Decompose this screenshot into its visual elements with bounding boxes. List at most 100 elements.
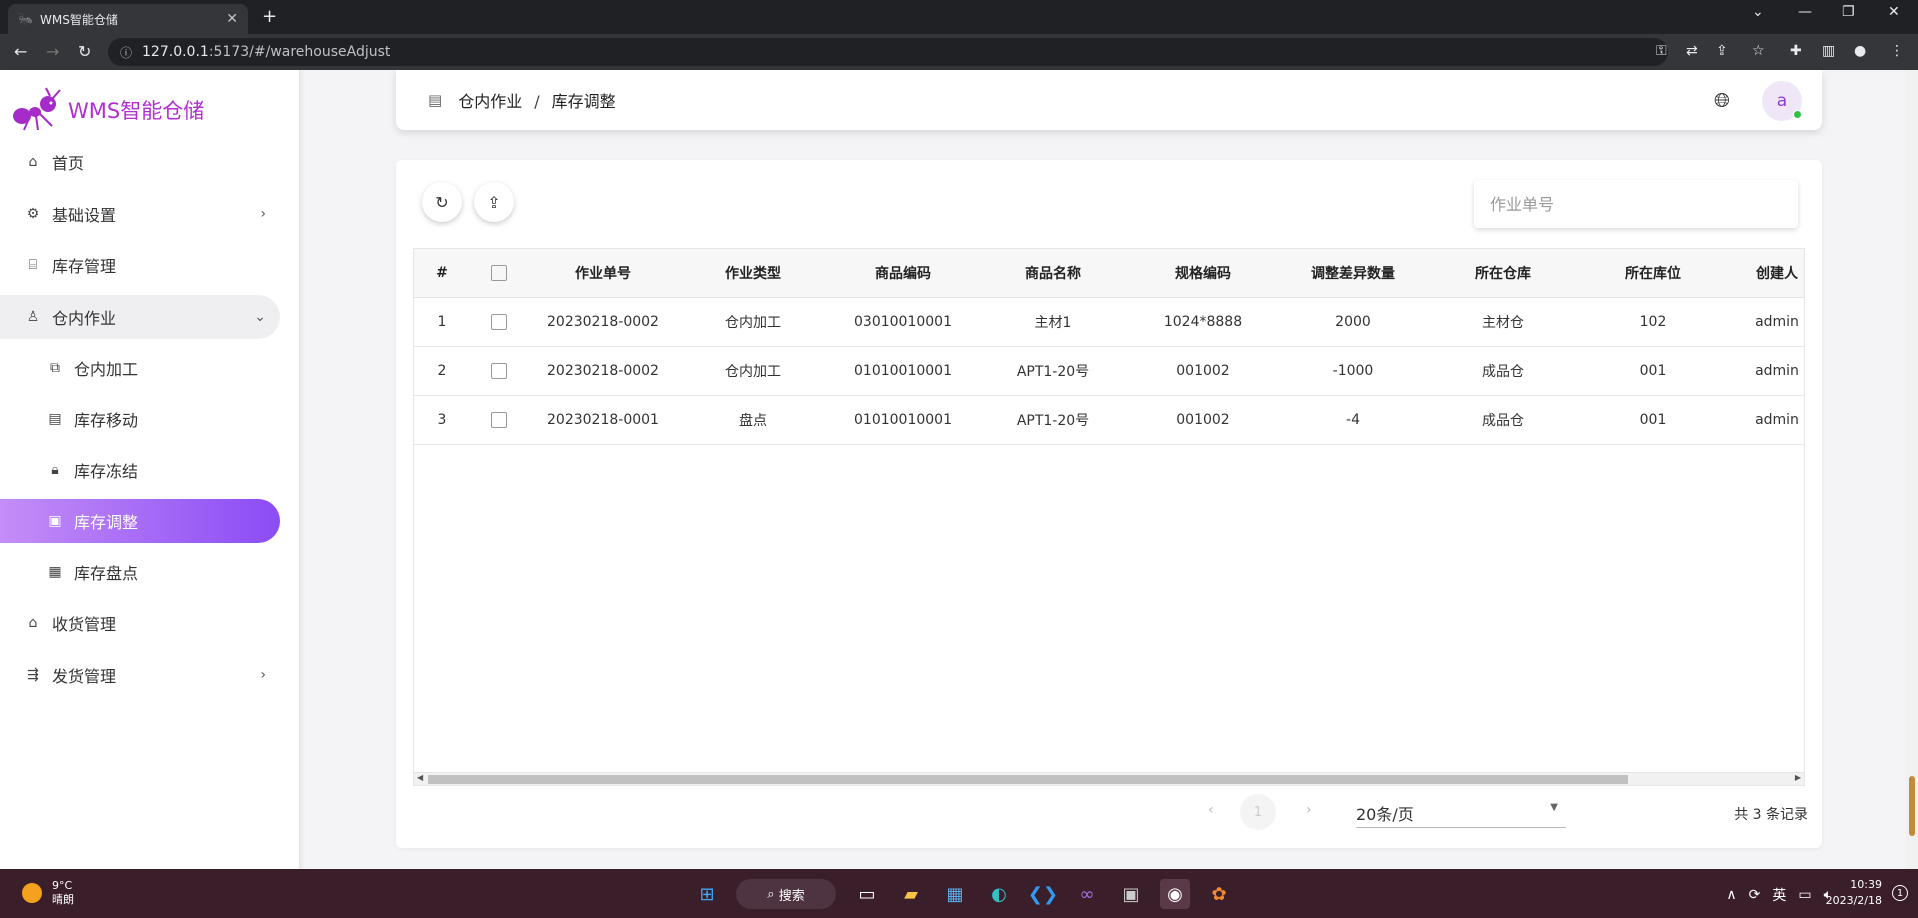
refresh-button[interactable]: ↻ — [422, 182, 462, 222]
sidebar-item-inventory[interactable]: ⌸ 库存管理 — [0, 243, 280, 287]
extensions-icon[interactable]: ✚ — [1790, 43, 1802, 59]
back-icon[interactable]: ← — [14, 42, 27, 61]
column-header[interactable]: 作业单号 — [528, 249, 678, 298]
sidebar-item-label: 仓内加工 — [74, 360, 139, 379]
browser-tab[interactable]: 🐜 WMS智能仓储 ✕ — [8, 4, 248, 34]
sidebar-item-warehouse-ops[interactable]: ♙ 仓内作业 ⌄ — [0, 295, 280, 339]
new-tab-button[interactable]: + — [262, 6, 277, 27]
column-header[interactable]: 所在库位 — [1578, 249, 1728, 298]
next-page-button[interactable]: › — [1306, 802, 1312, 818]
ime-indicator[interactable]: 英 — [1772, 885, 1786, 905]
tab-search-icon[interactable]: ⌄ — [1752, 4, 1764, 20]
share-icon[interactable]: ⇪ — [1716, 43, 1728, 59]
sidebar-item-stock-adjust[interactable]: ▣ 库存调整 — [0, 499, 280, 543]
column-header[interactable]: 调整差异数量 — [1278, 249, 1428, 298]
row-checkbox[interactable] — [491, 362, 507, 379]
sidepanel-icon[interactable]: ▥ — [1822, 43, 1835, 59]
column-header[interactable]: 创建人 — [1728, 249, 1804, 298]
row-checkbox[interactable] — [491, 411, 507, 428]
avatar[interactable]: a — [1762, 81, 1802, 121]
notification-badge[interactable]: 1 — [1892, 885, 1908, 901]
terminal-icon[interactable]: ▣ — [1116, 879, 1146, 909]
search-icon: ⌕ — [767, 886, 779, 902]
table-cell: 001 — [1578, 395, 1728, 445]
translate-icon[interactable]: ⇄ — [1686, 43, 1698, 59]
network-icon[interactable]: ▭ — [1798, 887, 1811, 903]
sidebar-item-basic-settings[interactable]: ⚙ 基础设置 › — [0, 192, 280, 236]
page-size-select[interactable]: 20条/页 ▼ — [1356, 798, 1566, 828]
window-close-icon[interactable]: ✕ — [1888, 4, 1900, 20]
scrollbar-thumb[interactable] — [428, 775, 1628, 784]
search-input[interactable] — [1490, 194, 1780, 214]
profile-icon[interactable]: ● — [1854, 43, 1866, 59]
column-header[interactable]: 规格编码 — [1128, 249, 1278, 298]
site-info-icon[interactable]: ⓘ — [120, 44, 132, 61]
select-all-checkbox[interactable] — [491, 264, 507, 281]
table-cell: admin — [1728, 395, 1804, 445]
receive-icon: ⌂ — [28, 615, 38, 631]
column-header[interactable]: 商品编码 — [828, 249, 978, 298]
breadcrumb-separator: / — [534, 92, 540, 111]
sidebar-item-stock-freeze[interactable]: 🔒︎ 库存冻结 — [0, 448, 280, 492]
prev-page-button[interactable]: ‹ — [1208, 802, 1214, 818]
taskbar-search[interactable]: ⌕ 搜索 — [736, 879, 836, 909]
column-header[interactable]: 作业类型 — [678, 249, 828, 298]
sidebar-item-label: 库存移动 — [74, 411, 139, 430]
home-icon: ⌂ — [28, 154, 38, 170]
windows-start-icon[interactable]: ⊞ — [692, 879, 722, 909]
visual-studio-icon[interactable]: ∞ — [1072, 879, 1102, 909]
export-button[interactable]: ⇪ — [474, 182, 514, 222]
sidebar-item-receiving[interactable]: ⌂ 收货管理 — [0, 601, 280, 645]
file-explorer-icon[interactable]: ▰ — [896, 879, 926, 909]
task-view-icon[interactable]: ▭ — [852, 879, 882, 909]
restore-icon[interactable]: ❐ — [1842, 4, 1855, 20]
column-header[interactable]: 商品名称 — [978, 249, 1128, 298]
page-scrollbar-thumb[interactable] — [1909, 776, 1915, 836]
tab-close-icon[interactable]: ✕ — [226, 11, 238, 27]
sidebar-item-processing[interactable]: ⧉ 仓内加工 — [0, 346, 280, 390]
table-cell: 仓内加工 — [678, 346, 828, 396]
forward-icon[interactable]: → — [46, 42, 59, 61]
table-cell-select — [470, 297, 528, 347]
scroll-left-arrow-icon[interactable]: ◀ — [417, 773, 423, 782]
table-row[interactable]: 2 20230218-0002 仓内加工 01010010001 APT1-20… — [414, 346, 1804, 396]
weather-temp: 9°C — [52, 879, 73, 892]
minimize-icon[interactable]: — — [1798, 4, 1812, 20]
chrome-icon[interactable]: ◉ — [1160, 879, 1190, 909]
table-row[interactable]: 3 20230218-0001 盘点 01010010001 APT1-20号 … — [414, 395, 1804, 445]
row-checkbox[interactable] — [491, 313, 507, 330]
address-bar[interactable]: ⓘ 127.0.0.1:5173/#/warehouseAdjust — [108, 38, 1668, 66]
bookmark-star-icon[interactable]: ☆ — [1752, 43, 1765, 59]
edge-icon[interactable]: ◐ — [984, 879, 1014, 909]
sync-icon[interactable]: ⟳ — [1749, 887, 1761, 903]
weather-widget[interactable]: 9°C 晴朗 — [22, 879, 74, 907]
reload-icon[interactable]: ↻ — [78, 42, 91, 61]
scroll-right-arrow-icon[interactable]: ▶ — [1795, 773, 1801, 782]
table-row[interactable]: 1 20230218-0002 仓内加工 03010010001 主材1 102… — [414, 297, 1804, 347]
sidebar-item-home[interactable]: ⌂ 首页 — [0, 140, 280, 184]
sidebar-item-stock-move[interactable]: ▤ 库存移动 — [0, 397, 280, 441]
sidebar-item-label: 首页 — [52, 154, 85, 173]
clock[interactable]: 10:39 2023/2/18 — [1826, 877, 1882, 909]
browser-toolbar: ← → ↻ ⓘ 127.0.0.1:5173/#/warehouseAdjust… — [0, 34, 1918, 70]
vscode-icon[interactable]: ❮❯ — [1028, 879, 1058, 909]
menu-dots-icon[interactable]: ⋮ — [1890, 43, 1904, 59]
column-header[interactable]: 所在仓库 — [1428, 249, 1578, 298]
language-globe-icon[interactable]: 🌐︎ — [1714, 88, 1730, 112]
brand[interactable]: WMS智能仓储 — [10, 86, 204, 134]
horizontal-scrollbar[interactable]: ◀ ▶ — [413, 772, 1805, 786]
sidebar-item-stocktake[interactable]: ▦ 库存盘点 — [0, 550, 280, 594]
search-field[interactable] — [1474, 180, 1798, 228]
page-scrollbar[interactable] — [1906, 70, 1918, 869]
breadcrumb-parent[interactable]: 仓内作业 — [458, 92, 522, 111]
column-header[interactable]: # — [414, 249, 470, 298]
sidebar: WMS智能仓储 ⌂ 首页 ⚙ 基础设置 › ⌸ 库存管理 ♙ 仓内作业 ⌄ ⧉ … — [0, 70, 300, 869]
page-number[interactable]: 1 — [1240, 794, 1276, 830]
app-icon[interactable]: ✿ — [1204, 879, 1234, 909]
store-icon[interactable]: ▦ — [940, 879, 970, 909]
key-icon[interactable]: ⚿ — [1656, 43, 1667, 59]
lock-icon: 🔒︎ — [51, 462, 59, 478]
sidebar-item-label: 库存调整 — [74, 513, 139, 532]
sidebar-item-shipping[interactable]: ⇶ 发货管理 › — [0, 653, 280, 697]
tray-chevron-up-icon[interactable]: ∧ — [1726, 887, 1736, 903]
